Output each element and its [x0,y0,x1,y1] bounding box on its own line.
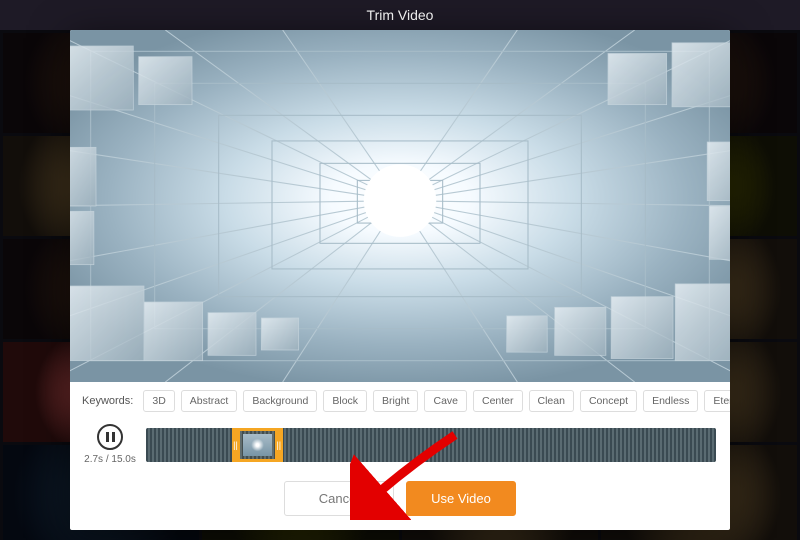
modal-title: Trim Video [367,7,434,23]
keyword-tag[interactable]: Background [243,390,317,412]
timeline-row: 2.7s / 15.0s || || [70,418,730,475]
pause-icon [106,432,115,442]
modal-title-bar: Trim Video [0,0,800,30]
keywords-row: Keywords: 3D Abstract Background Block B… [70,382,730,418]
trim-handle-end[interactable]: || [275,431,283,459]
video-preview[interactable] [70,30,730,382]
keyword-tag[interactable]: Concept [580,390,637,412]
keyword-tag[interactable]: Abstract [181,390,238,412]
timeline-track[interactable]: || || [146,428,716,462]
keywords-label: Keywords: [82,395,133,407]
keyword-tag[interactable]: Block [323,390,367,412]
keyword-tag[interactable]: Endless [643,390,698,412]
trim-selection-thumbnail [243,434,272,456]
keyword-tag[interactable]: Clean [529,390,574,412]
use-video-button[interactable]: Use Video [406,481,516,516]
action-row: Cancel Use Video [70,475,730,530]
cancel-button[interactable]: Cancel [284,481,394,516]
keyword-tag[interactable]: 3D [143,390,174,412]
playback-time: 2.7s / 15.0s [84,454,136,465]
trim-selection[interactable]: || || [232,428,283,462]
pause-button[interactable] [97,424,123,450]
keyword-tag[interactable]: Bright [373,390,418,412]
keyword-tag[interactable]: Eternal [704,390,730,412]
keyword-tag[interactable]: Center [473,390,523,412]
keyword-tag[interactable]: Cave [424,390,467,412]
trim-video-modal: Keywords: 3D Abstract Background Block B… [70,30,730,530]
trim-handle-start[interactable]: || [232,431,240,459]
